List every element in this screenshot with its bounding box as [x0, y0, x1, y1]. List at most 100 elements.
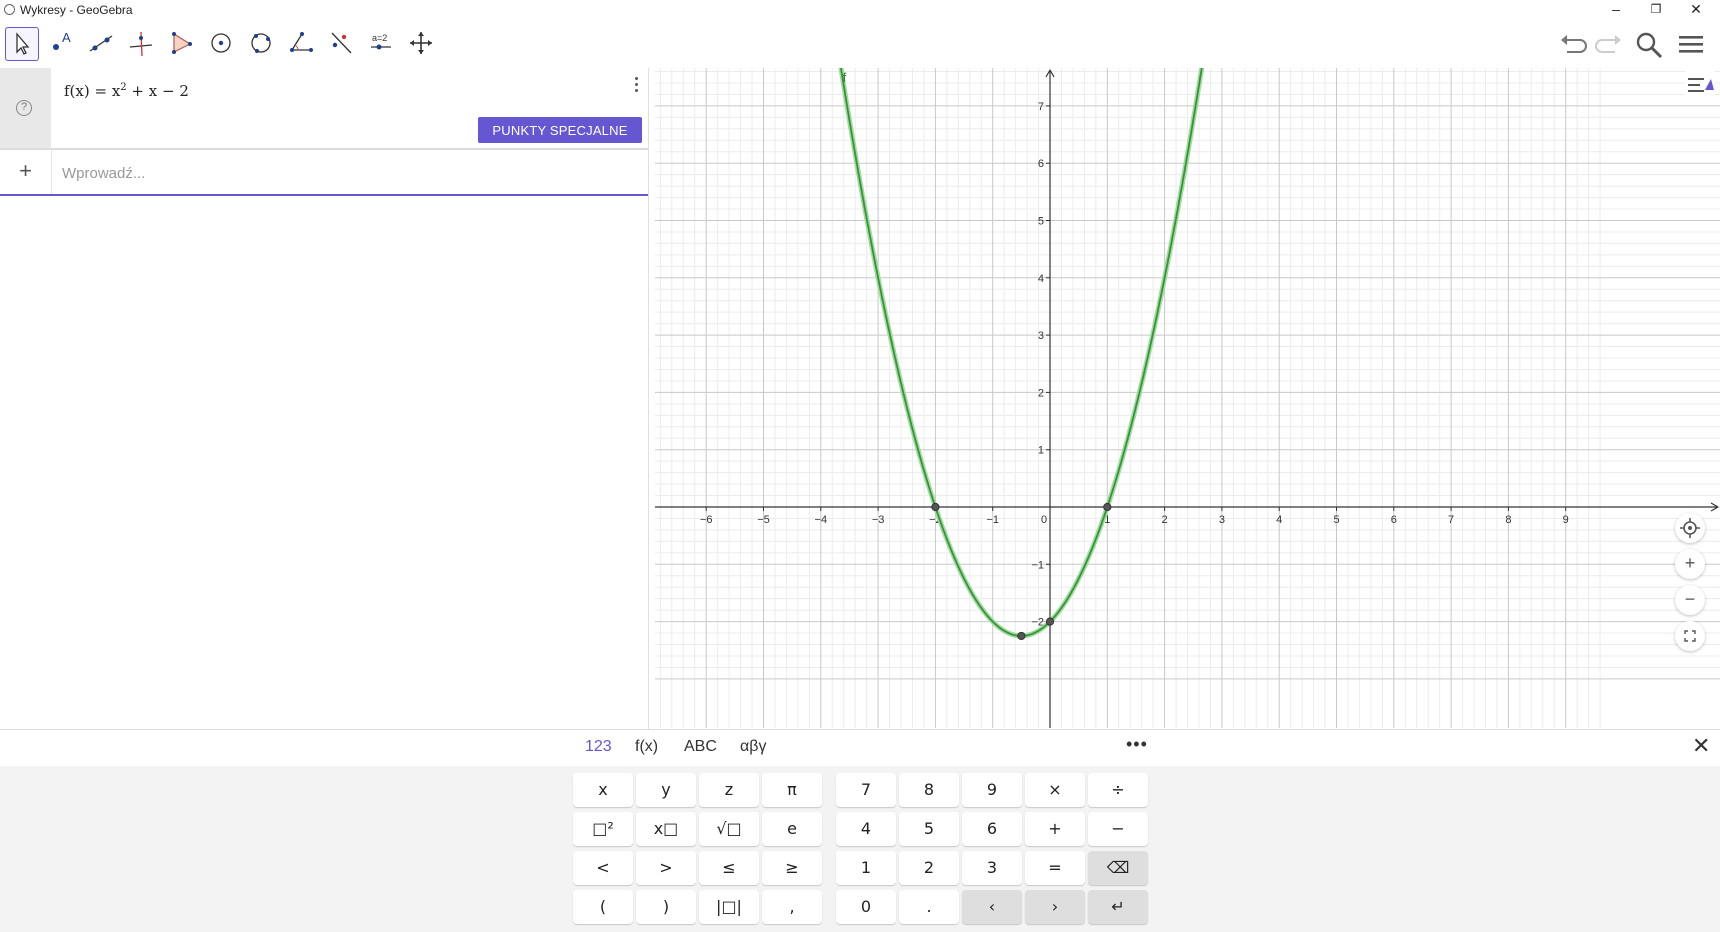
key-right-paren[interactable]: )	[636, 890, 696, 924]
x-tick-label: −6	[700, 514, 713, 526]
key-pi[interactable]: π	[762, 773, 822, 807]
move-graphics-view-tool-icon	[410, 32, 432, 54]
y-tick-label: 2	[1038, 387, 1044, 399]
y-tick-label: −1	[1031, 559, 1044, 571]
graphics-style-bar-button[interactable]	[1685, 70, 1715, 100]
maximize-button[interactable]: ❐	[1636, 0, 1676, 20]
function-curve-line	[840, 68, 1203, 637]
key-plus[interactable]: +	[1025, 812, 1085, 846]
key-sqrt[interactable]: √□	[699, 812, 759, 846]
key-equals[interactable]: =	[1025, 851, 1085, 885]
add-icon[interactable]: +	[0, 150, 52, 194]
key-backspace[interactable]: ⌫	[1088, 851, 1148, 885]
function-definition[interactable]: f(x) = x2 + x − 2	[64, 82, 189, 100]
key-4[interactable]: 4	[836, 812, 896, 846]
tab-greek[interactable]: αβγ	[740, 738, 766, 756]
undo-button[interactable]	[1558, 30, 1588, 60]
key-y[interactable]: y	[636, 773, 696, 807]
standard-view-button[interactable]	[1675, 513, 1705, 543]
x-tick-label: 6	[1391, 514, 1397, 526]
y-tick-label: 1	[1038, 445, 1044, 457]
close-window-button[interactable]: ✕	[1676, 0, 1716, 20]
key-x[interactable]: x	[573, 773, 633, 807]
key-absolute-value[interactable]: |□|	[699, 890, 759, 924]
key-cursor-right[interactable]: ›	[1025, 890, 1085, 924]
key-6[interactable]: 6	[962, 812, 1022, 846]
key-3[interactable]: 3	[962, 851, 1022, 885]
point-tool-button[interactable]: A	[45, 27, 79, 61]
close-keyboard-button[interactable]: ✕	[1692, 733, 1710, 759]
key-8[interactable]: 8	[899, 773, 959, 807]
tab-functions[interactable]: f(x)	[635, 738, 658, 756]
key-divide[interactable]: ÷	[1088, 773, 1148, 807]
zoom-in-button[interactable]: +	[1675, 549, 1705, 579]
search-icon	[1636, 32, 1663, 59]
x-tick-label: 8	[1505, 514, 1511, 526]
formula-suffix: + x − 2	[126, 82, 189, 100]
key-7[interactable]: 7	[836, 773, 896, 807]
x-tick-label: −3	[872, 514, 885, 526]
minimize-button[interactable]: –	[1596, 0, 1636, 20]
reflect-tool-button[interactable]	[325, 27, 359, 61]
algebra-item-f[interactable]: ? f(x) = x2 + x − 2 PUNKTY SPECJALNE	[0, 68, 648, 150]
fullscreen-button[interactable]	[1675, 621, 1705, 651]
graphics-view[interactable]: −8−7−6−5−4−3−2−10123456789−2−112345678 f…	[655, 68, 1720, 728]
key-multiply[interactable]: ×	[1025, 773, 1085, 807]
key-square[interactable]: □²	[573, 812, 633, 846]
special-points-button[interactable]: PUNKTY SPECJALNE	[478, 117, 642, 143]
tab-123[interactable]: 123	[585, 738, 612, 756]
x-tick-label: −1	[986, 514, 999, 526]
algebra-item-marble[interactable]: ?	[0, 68, 51, 148]
key-e[interactable]: e	[762, 812, 822, 846]
x-tick-label: −4	[815, 514, 828, 526]
svg-text:a=2: a=2	[372, 33, 387, 43]
search-button[interactable]	[1634, 30, 1664, 60]
key-comma[interactable]: ,	[762, 890, 822, 924]
key-less-than[interactable]: <	[573, 851, 633, 885]
key-enter[interactable]: ↵	[1088, 890, 1148, 924]
special-point	[1103, 502, 1112, 512]
algebra-input-row: +	[0, 150, 648, 196]
polygon-tool-icon	[172, 32, 192, 54]
line-tool-button[interactable]	[85, 27, 119, 61]
key-z[interactable]: z	[699, 773, 759, 807]
x-tick-label: 7	[1448, 514, 1454, 526]
tab-abc[interactable]: ABC	[684, 738, 717, 756]
redo-button[interactable]	[1594, 30, 1624, 60]
key-2[interactable]: 2	[899, 851, 959, 885]
key-greater-equal[interactable]: ≥	[762, 851, 822, 885]
move-tool-button[interactable]	[5, 27, 39, 61]
key-0[interactable]: 0	[836, 890, 896, 924]
line-tool-icon	[89, 35, 113, 52]
circle-center-tool-button[interactable]	[205, 27, 239, 61]
key-left-paren[interactable]: (	[573, 890, 633, 924]
perpendicular-tool-button[interactable]	[125, 27, 159, 61]
x-tick-label: 2	[1162, 514, 1168, 526]
main-menu-button[interactable]	[1676, 30, 1706, 60]
graph-canvas[interactable]: −8−7−6−5−4−3−2−10123456789−2−112345678 f	[655, 68, 1720, 728]
key-minus[interactable]: −	[1088, 812, 1148, 846]
y-tick-label: 5	[1038, 216, 1044, 228]
polygon-tool-button[interactable]	[165, 27, 199, 61]
item-menu-button[interactable]	[628, 74, 644, 96]
circle-three-points-tool-button[interactable]	[245, 27, 279, 61]
keyboard-tab-bar: 123 f(x) ABC αβγ ••• ✕	[0, 729, 1720, 767]
y-tick-label: 6	[1038, 158, 1044, 170]
angle-tool-button[interactable]	[285, 27, 319, 61]
more-keyboards-button[interactable]: •••	[1126, 734, 1148, 755]
key-decimal-point[interactable]: .	[899, 890, 959, 924]
slider-tool-button[interactable]: a=2	[365, 27, 399, 61]
key-power[interactable]: x□	[636, 812, 696, 846]
zoom-out-button[interactable]: −	[1675, 585, 1705, 615]
zoom-in-icon: +	[1684, 553, 1696, 573]
key-cursor-left[interactable]: ‹	[962, 890, 1022, 924]
geogebra-logo-icon	[4, 4, 15, 15]
key-5[interactable]: 5	[899, 812, 959, 846]
key-greater-than[interactable]: >	[636, 851, 696, 885]
key-9[interactable]: 9	[962, 773, 1022, 807]
move-graphics-view-tool-button[interactable]	[405, 27, 439, 61]
key-less-equal[interactable]: ≤	[699, 851, 759, 885]
algebra-view: ? f(x) = x2 + x − 2 PUNKTY SPECJALNE +	[0, 68, 649, 730]
algebra-input[interactable]	[60, 160, 624, 186]
key-1[interactable]: 1	[836, 851, 896, 885]
